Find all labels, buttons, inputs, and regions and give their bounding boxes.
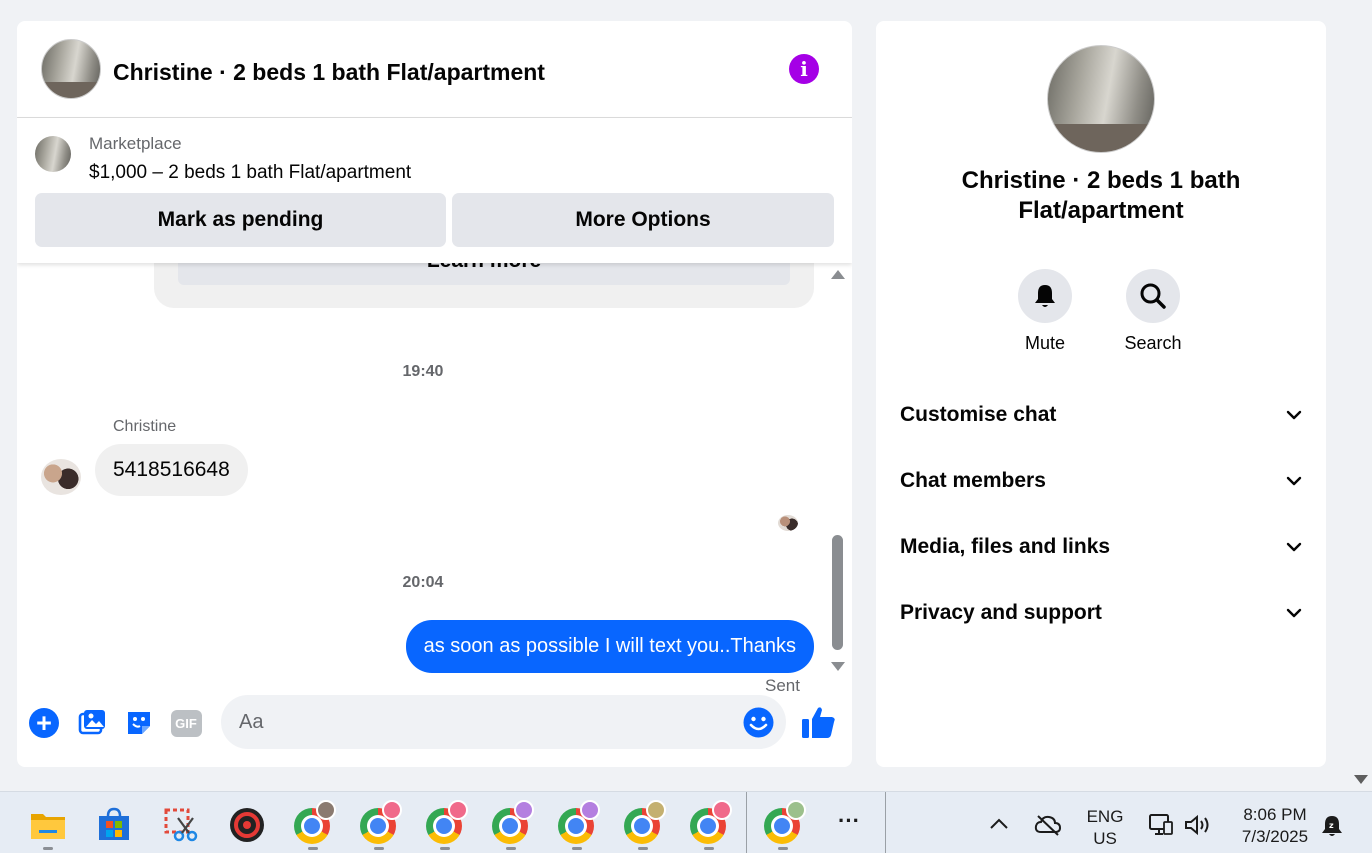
snipping-tool-icon[interactable] <box>162 806 200 844</box>
mute-label: Mute <box>1024 333 1066 353</box>
chrome-profile-6-icon[interactable] <box>624 800 666 850</box>
more-options-button[interactable]: More Options <box>452 193 834 247</box>
svg-text:z: z <box>1329 821 1334 830</box>
conversation-details-panel: Christine · 2 beds 1 bath Flat/apartment… <box>876 21 1326 767</box>
chrome-profile-7-icon[interactable] <box>690 800 732 850</box>
emoji-icon[interactable] <box>743 707 774 738</box>
chevron-up-icon[interactable] <box>989 818 1009 830</box>
section-chat-members[interactable]: Chat members <box>900 461 1302 501</box>
chrome-profile-1-icon[interactable] <box>294 800 336 850</box>
plus-icon[interactable]: + <box>28 707 60 739</box>
message-input[interactable] <box>221 695 786 749</box>
sender-avatar[interactable] <box>41 459 81 495</box>
chevron-down-icon <box>1286 608 1302 618</box>
file-explorer-icon[interactable] <box>29 806 67 850</box>
marketplace-label: Marketplace <box>89 134 182 153</box>
network-icon[interactable] <box>1148 812 1174 838</box>
notification-bell-icon[interactable]: z <box>1320 814 1344 838</box>
message-status: Sent <box>765 676 800 693</box>
listing-card-message: Learn more <box>154 263 814 308</box>
section-privacy-support[interactable]: Privacy and support <box>900 593 1302 633</box>
page-scroll-down-arrow[interactable] <box>1354 775 1368 784</box>
conversation-avatar[interactable] <box>1047 45 1155 153</box>
chevron-down-icon <box>1286 542 1302 552</box>
search-label: Search <box>1124 333 1182 353</box>
gif-icon[interactable]: GIF <box>170 707 202 739</box>
chrome-profile-2-icon[interactable] <box>360 800 402 850</box>
chrome-profile-4-icon[interactable] <box>492 800 534 850</box>
section-customise-chat[interactable]: Customise chat <box>900 395 1302 435</box>
listing-thumbnail[interactable] <box>35 136 71 172</box>
message-scrollbar-thumb[interactable] <box>832 535 843 650</box>
message-list[interactable]: Learn more 19:40 Christine 5418516648 20… <box>17 263 852 693</box>
message-timestamp: 19:40 <box>402 363 444 380</box>
sender-name: Christine <box>113 418 177 435</box>
listing-price-title[interactable]: $1,000 – 2 beds 1 bath Flat/apartment <box>89 162 411 184</box>
bell-icon[interactable] <box>1018 269 1072 323</box>
language-indicator[interactable]: ENG US <box>1084 806 1126 850</box>
photo-icon[interactable] <box>76 707 108 739</box>
scroll-up-arrow[interactable] <box>831 270 845 279</box>
game-app-icon[interactable] <box>228 806 266 844</box>
learn-more-button[interactable]: Learn more <box>178 263 790 285</box>
microsoft-store-icon[interactable] <box>95 806 133 844</box>
marketplace-listing-bar: Marketplace $1,000 – 2 beds 1 bath Flat/… <box>17 118 852 263</box>
chat-title[interactable]: Christine · 2 beds 1 bath Flat/apartment <box>113 59 545 86</box>
chat-panel: Christine · 2 beds 1 bath Flat/apartment… <box>17 21 852 767</box>
chat-header: Christine · 2 beds 1 bath Flat/apartment… <box>17 21 852 118</box>
listing-avatar[interactable] <box>41 39 101 99</box>
chevron-down-icon <box>1286 476 1302 486</box>
cloud-offline-icon[interactable] <box>1034 814 1062 836</box>
scroll-down-arrow[interactable] <box>831 662 845 671</box>
search-action[interactable]: Search <box>1113 269 1193 354</box>
info-icon[interactable]: i <box>789 54 819 84</box>
chevron-down-icon <box>1286 410 1302 420</box>
message-timestamp: 20:04 <box>402 574 444 591</box>
volume-icon[interactable] <box>1184 814 1212 836</box>
message-composer: + GIF <box>17 693 852 767</box>
section-media-files-links[interactable]: Media, files and links <box>900 527 1302 567</box>
sticker-icon[interactable] <box>123 707 155 739</box>
outgoing-message-bubble[interactable]: as soon as possible I will text you..Tha… <box>405 620 814 673</box>
chrome-profile-3-icon[interactable] <box>426 800 468 850</box>
thumbs-up-icon[interactable] <box>801 705 837 739</box>
mark-as-pending-button[interactable]: Mark as pending <box>35 193 446 247</box>
system-clock[interactable]: 8:06 PM 7/3/2025 <box>1232 804 1318 848</box>
chrome-profile-8-icon[interactable] <box>764 800 806 850</box>
search-icon[interactable] <box>1126 269 1180 323</box>
incoming-message-bubble[interactable]: 5418516648 <box>95 444 248 496</box>
taskbar: ··· ENG US 8:06 PM 7/3/2025 z <box>0 791 1372 853</box>
mute-action[interactable]: Mute <box>1005 269 1085 354</box>
more-apps-icon[interactable]: ··· <box>832 810 866 832</box>
conversation-title: Christine · 2 beds 1 bath Flat/apartment <box>961 167 1241 224</box>
read-receipt-avatar <box>778 515 798 531</box>
chrome-profile-5-icon[interactable] <box>558 800 600 850</box>
